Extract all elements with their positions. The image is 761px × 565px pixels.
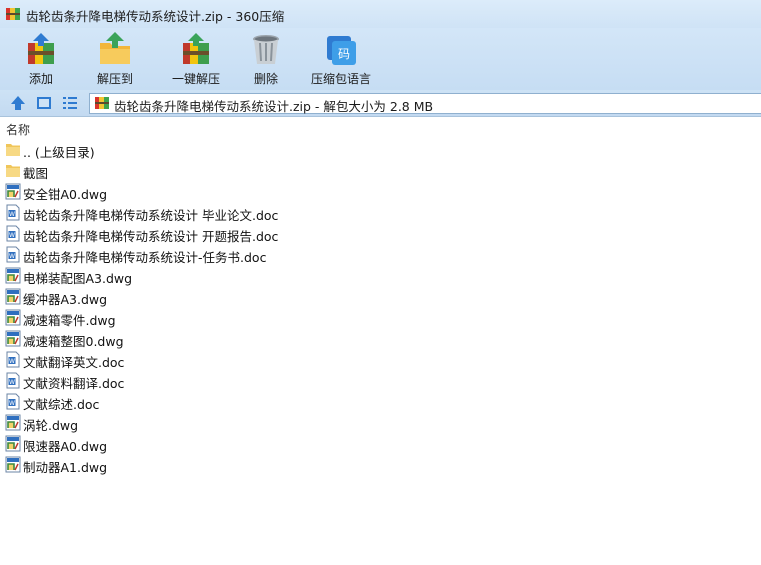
delete-label: 删除 bbox=[253, 72, 278, 86]
folder-icon bbox=[5, 141, 21, 158]
dwg-file-icon bbox=[5, 309, 21, 326]
doc-file-icon: W bbox=[5, 225, 21, 242]
svg-text:W: W bbox=[9, 253, 15, 260]
toolbar: 添加 解压到 一键解压 删除 码 压缩包语言 bbox=[0, 28, 761, 90]
file-row[interactable]: W 文献综述.doc bbox=[0, 391, 761, 412]
dwg-file-icon bbox=[5, 435, 21, 452]
file-list: .. (上级目录) 截图安全钳A0.dwg W 齿轮齿条升降电梯传动系统设计 毕业论文… bbox=[0, 139, 761, 475]
file-name: 电梯装配图A3.dwg bbox=[23, 271, 133, 286]
dwg-file-icon bbox=[5, 288, 21, 305]
large-icon-view-icon[interactable] bbox=[35, 94, 53, 112]
delete-button[interactable]: 删除 bbox=[236, 28, 296, 90]
archive-language-button[interactable]: 码 压缩包语言 bbox=[300, 28, 382, 90]
file-row[interactable]: W 齿轮齿条升降电梯传动系统设计-任务书.doc bbox=[0, 244, 761, 265]
svg-text:W: W bbox=[9, 400, 15, 407]
file-name: 齿轮齿条升降电梯传动系统设计-任务书.doc bbox=[23, 250, 267, 265]
file-row[interactable]: 减速箱整图0.dwg bbox=[0, 328, 761, 349]
doc-file-icon: W bbox=[5, 372, 21, 389]
file-name: 减速箱零件.dwg bbox=[23, 313, 116, 328]
dwg-file-icon bbox=[5, 456, 21, 473]
doc-file-icon: W bbox=[5, 246, 21, 263]
file-row[interactable]: W 文献资料翻译.doc bbox=[0, 370, 761, 391]
archive-app-icon bbox=[6, 8, 20, 20]
file-name: 制动器A1.dwg bbox=[23, 460, 108, 475]
file-row[interactable]: 安全钳A0.dwg bbox=[0, 181, 761, 202]
archive-path-text: 齿轮齿条升降电梯传动系统设计.zip - 解包大小为 2.8 MB bbox=[114, 99, 434, 114]
window-title: 齿轮齿条升降电梯传动系统设计.zip - 360压缩 bbox=[26, 9, 285, 24]
file-name: 齿轮齿条升降电梯传动系统设计 毕业论文.doc bbox=[23, 208, 279, 223]
delete-trash-icon bbox=[253, 35, 279, 64]
file-name: 文献翻译英文.doc bbox=[23, 355, 125, 370]
svg-text:W: W bbox=[9, 232, 15, 239]
add-label: 添加 bbox=[28, 72, 53, 86]
svg-text:W: W bbox=[9, 379, 15, 386]
file-name: 限速器A0.dwg bbox=[23, 439, 108, 454]
svg-text:W: W bbox=[9, 211, 15, 218]
name-column-label: 名称 bbox=[6, 123, 31, 137]
file-name: 截图 bbox=[23, 166, 49, 181]
dwg-file-icon bbox=[5, 414, 21, 431]
address-bar: 齿轮齿条升降电梯传动系统设计.zip - 解包大小为 2.8 MB bbox=[0, 90, 761, 117]
archive-language-label: 压缩包语言 bbox=[310, 72, 371, 86]
file-row[interactable]: 减速箱零件.dwg bbox=[0, 307, 761, 328]
file-row[interactable]: 制动器A1.dwg bbox=[0, 454, 761, 475]
file-name: 文献资料翻译.doc bbox=[23, 376, 125, 391]
file-row[interactable]: .. (上级目录) bbox=[0, 139, 761, 160]
file-row[interactable]: 电梯装配图A3.dwg bbox=[0, 265, 761, 286]
file-row[interactable]: 缓冲器A3.dwg bbox=[0, 286, 761, 307]
svg-text:码: 码 bbox=[338, 47, 350, 61]
file-name: 减速箱整图0.dwg bbox=[23, 334, 124, 349]
one-click-extract-button[interactable]: 一键解压 bbox=[156, 28, 236, 90]
extract-to-label: 解压到 bbox=[96, 72, 133, 86]
doc-file-icon: W bbox=[5, 351, 21, 368]
file-name: 涡轮.dwg bbox=[23, 418, 79, 433]
doc-file-icon: W bbox=[5, 204, 21, 221]
folder-icon bbox=[5, 162, 21, 179]
archive-language-icon: 码 bbox=[327, 36, 356, 65]
doc-file-icon: W bbox=[5, 393, 21, 410]
file-row[interactable]: W 文献翻译英文.doc bbox=[0, 349, 761, 370]
file-row[interactable]: W 齿轮齿条升降电梯传动系统设计 毕业论文.doc bbox=[0, 202, 761, 223]
one-click-extract-icon bbox=[183, 33, 209, 64]
svg-text:W: W bbox=[9, 358, 15, 365]
file-row[interactable]: W 齿轮齿条升降电梯传动系统设计 开题报告.doc bbox=[0, 223, 761, 244]
file-name: 缓冲器A3.dwg bbox=[23, 292, 108, 307]
file-name: 文献综述.doc bbox=[23, 397, 100, 412]
file-name: 齿轮齿条升降电梯传动系统设计 开题报告.doc bbox=[23, 229, 279, 244]
path-input[interactable]: 齿轮齿条升降电梯传动系统设计.zip - 解包大小为 2.8 MB bbox=[89, 93, 761, 114]
zip-archive-icon bbox=[95, 97, 109, 109]
file-name: .. (上级目录) bbox=[23, 145, 95, 160]
dwg-file-icon bbox=[5, 267, 21, 284]
add-archive-icon bbox=[28, 33, 54, 64]
list-view-icon[interactable] bbox=[61, 94, 79, 112]
file-row[interactable]: 截图 bbox=[0, 160, 761, 181]
file-row[interactable]: 涡轮.dwg bbox=[0, 412, 761, 433]
add-button[interactable]: 添加 bbox=[8, 28, 74, 90]
name-column-header[interactable]: 名称 bbox=[0, 117, 761, 139]
file-name: 安全钳A0.dwg bbox=[23, 187, 108, 202]
extract-to-icon bbox=[100, 32, 130, 64]
up-arrow-icon[interactable] bbox=[9, 94, 27, 112]
file-row[interactable]: 限速器A0.dwg bbox=[0, 433, 761, 454]
dwg-file-icon bbox=[5, 183, 21, 200]
dwg-file-icon bbox=[5, 330, 21, 347]
one-click-extract-label: 一键解压 bbox=[171, 72, 220, 86]
extract-to-button[interactable]: 解压到 bbox=[82, 28, 148, 90]
title-bar: 齿轮齿条升降电梯传动系统设计.zip - 360压缩 bbox=[0, 0, 761, 28]
